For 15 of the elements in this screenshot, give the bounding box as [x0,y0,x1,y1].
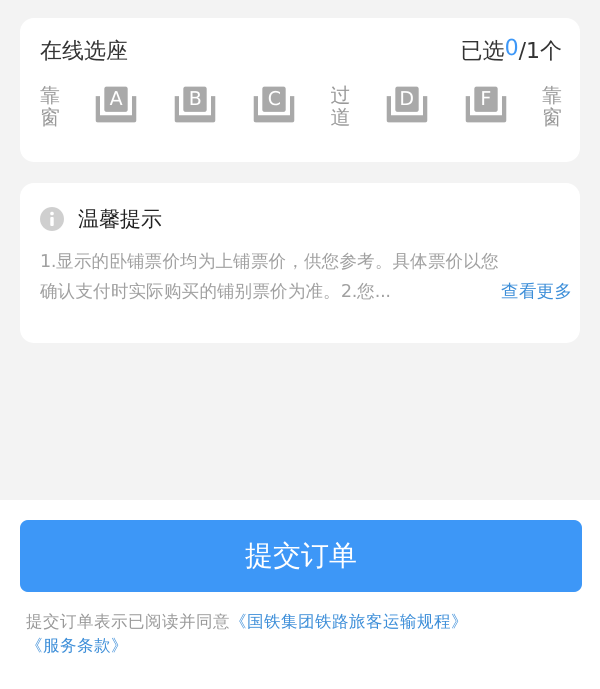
selected-label: 已选 [460,38,505,66]
position-label: 靠窗 [40,82,60,128]
submit-order-button[interactable]: 提交订单 [20,520,582,592]
view-more-link[interactable]: 查看更多 [501,277,572,307]
tips-title: 温馨提示 [78,206,162,233]
selected-count: 0 [504,36,519,63]
terms-link[interactable]: 《国铁集团铁路旅客运输规程》 [230,612,468,631]
tips-text: 1.显示的卧铺票价均为上铺票价，供您参考。具体票价以您确认支付时实际购买的铺别票价为准。2.您... [40,252,499,302]
info-icon [40,207,64,231]
terms-link[interactable]: 《服务条款》 [26,636,128,655]
seat-title: 在线选座 [40,38,128,66]
agreement-text: 提交订单表示已阅读并同意《国铁集团铁路旅客运输规程》 《服务条款》 [26,611,469,657]
position-label: 靠窗 [542,82,562,128]
position-label: 过道 [330,82,351,128]
total-count: /1个 [518,38,562,66]
